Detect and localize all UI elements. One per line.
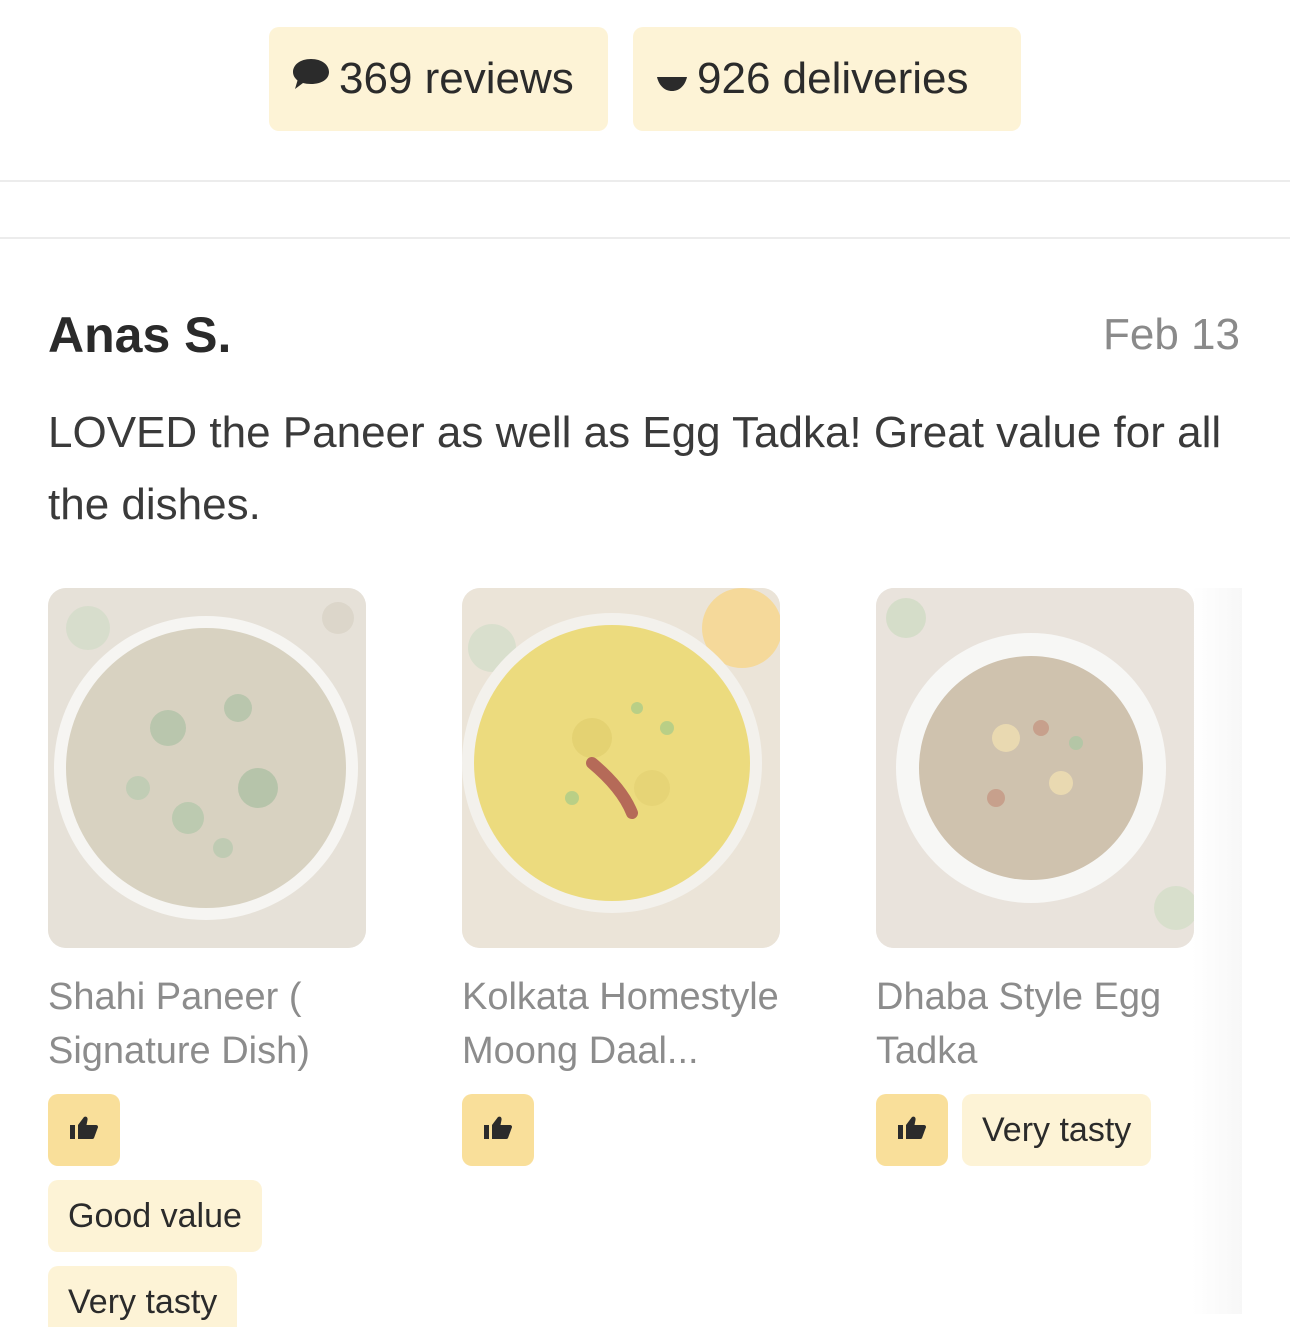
dish-photo[interactable] xyxy=(876,588,1194,948)
dish-tags xyxy=(462,1094,780,1166)
deliveries-count: 926 deliveries xyxy=(697,54,969,103)
dish-tags: Very tasty xyxy=(876,1094,1194,1166)
dish-name: Kolkata Homestyle Moong Daal... xyxy=(462,976,779,1072)
dish-card[interactable]: Dhaba Style Egg Tadka Very tasty xyxy=(876,588,1194,1166)
dish-photo[interactable] xyxy=(48,588,366,948)
dish-name: Shahi Paneer ( Signature Dish) xyxy=(48,976,310,1072)
dish-carousel[interactable]: Shahi Paneer ( Signature Dish) Good valu… xyxy=(48,588,1242,1327)
stats-bar: 369 reviews 926 deliveries xyxy=(269,27,1021,131)
review-date: Feb 13 xyxy=(1103,310,1240,359)
thumbs-up-icon xyxy=(483,1115,513,1146)
reviews-count-chip[interactable]: 369 reviews xyxy=(269,27,608,131)
thumbs-up-button[interactable] xyxy=(876,1094,948,1166)
divider xyxy=(0,180,1290,182)
delivery-icon xyxy=(655,54,689,104)
tag-very-tasty[interactable]: Very tasty xyxy=(962,1094,1152,1166)
dish-card[interactable]: Shahi Paneer ( Signature Dish) Good valu… xyxy=(48,588,366,1327)
dish-card[interactable]: Kolkata Homestyle Moong Daal... xyxy=(462,588,780,1166)
tag-very-tasty[interactable]: Very tasty xyxy=(48,1266,238,1327)
thumbs-up-button[interactable] xyxy=(48,1094,120,1166)
reviewer-name: Anas S. xyxy=(48,307,232,363)
thumbs-up-icon xyxy=(897,1115,927,1146)
tag-good-value[interactable]: Good value xyxy=(48,1180,262,1252)
dish-name: Dhaba Style Egg Tadka xyxy=(876,976,1162,1072)
thumbs-up-button[interactable] xyxy=(462,1094,534,1166)
divider xyxy=(0,237,1290,239)
deliveries-count-chip[interactable]: 926 deliveries xyxy=(633,27,1021,131)
thumbs-up-icon xyxy=(69,1115,99,1146)
speech-bubble-icon xyxy=(291,54,331,104)
reviews-count: 369 reviews xyxy=(339,54,574,103)
dish-photo[interactable] xyxy=(462,588,780,948)
review-text: LOVED the Paneer as well as Egg Tadka! G… xyxy=(48,408,1222,529)
dish-tags: Good value Very tasty xyxy=(48,1094,366,1327)
